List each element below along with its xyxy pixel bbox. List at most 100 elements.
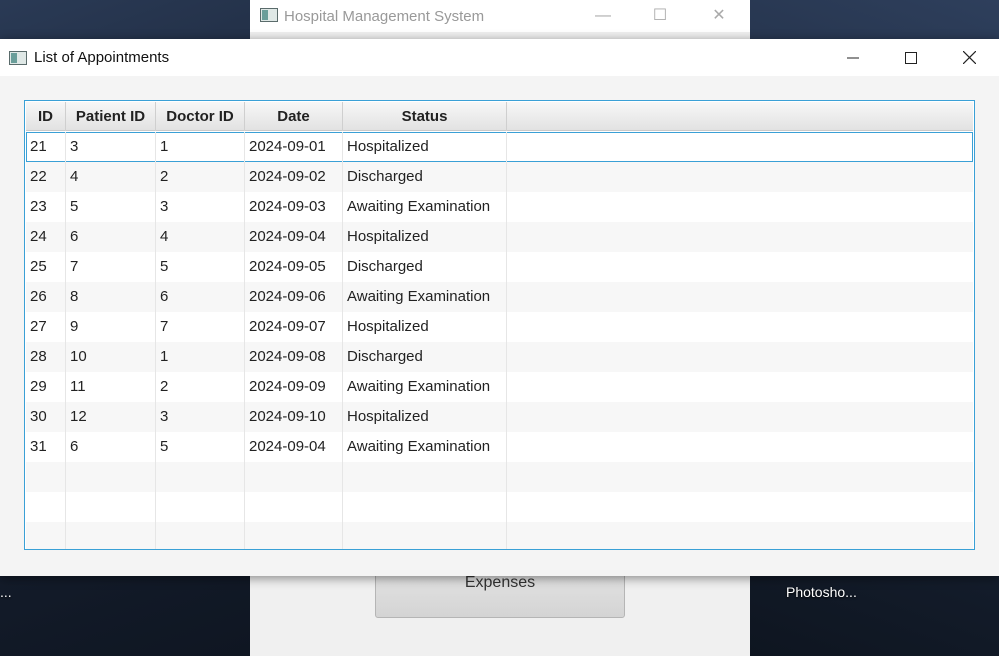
column-header-patient-id[interactable]: Patient ID bbox=[66, 102, 156, 131]
column-header-status[interactable]: Status bbox=[343, 102, 507, 131]
desktop-icon-label-right[interactable]: Photosho... bbox=[786, 584, 857, 600]
cell-id: 24 bbox=[26, 222, 66, 252]
table-row[interactable]: 28 10 1 2024-09-08 Discharged bbox=[26, 342, 973, 372]
minimize-icon bbox=[847, 57, 859, 58]
cell-status: Awaiting Examination bbox=[343, 432, 507, 462]
table-body: 21 3 1 2024-09-01 Hospitalized 22 4 2 2024-09-02… bbox=[26, 132, 973, 549]
cell-filler bbox=[507, 462, 974, 492]
app-icon bbox=[260, 8, 278, 22]
table-row[interactable]: 22 4 2 2024-09-02 Discharged bbox=[26, 162, 973, 192]
cell-id bbox=[26, 522, 66, 549]
cell-status: Discharged bbox=[343, 162, 507, 192]
cell-date bbox=[245, 462, 343, 492]
cell-date: 2024-09-05 bbox=[245, 252, 343, 282]
empty-table-row bbox=[26, 492, 973, 522]
appointments-table[interactable]: ID Patient ID Doctor ID Date Status 21 3 1… bbox=[24, 100, 975, 550]
cell-date: 2024-09-08 bbox=[245, 342, 343, 372]
cell-status bbox=[343, 462, 507, 492]
cell-filler bbox=[507, 522, 974, 549]
cell-patient-id: 3 bbox=[66, 132, 156, 162]
table-row[interactable]: 31 6 5 2024-09-04 Awaiting Examination bbox=[26, 432, 973, 462]
cell-status: Awaiting Examination bbox=[343, 282, 507, 312]
cell-status bbox=[343, 492, 507, 522]
close-icon bbox=[962, 51, 976, 64]
desktop-icon-label-left[interactable]: ... bbox=[0, 584, 12, 600]
cell-filler bbox=[507, 282, 974, 312]
cell-status: Awaiting Examination bbox=[343, 192, 507, 222]
cell-patient-id: 6 bbox=[66, 222, 156, 252]
cell-patient-id: 5 bbox=[66, 192, 156, 222]
table-row[interactable]: 23 5 3 2024-09-03 Awaiting Examination bbox=[26, 192, 973, 222]
cell-doctor-id bbox=[156, 462, 245, 492]
cell-patient-id: 12 bbox=[66, 402, 156, 432]
cell-patient-id bbox=[66, 492, 156, 522]
cell-patient-id: 9 bbox=[66, 312, 156, 342]
minimize-button[interactable] bbox=[824, 39, 882, 76]
close-icon[interactable]: ✕ bbox=[699, 4, 739, 28]
cell-filler bbox=[507, 432, 974, 462]
empty-table-row bbox=[26, 462, 973, 492]
cell-doctor-id: 1 bbox=[156, 342, 245, 372]
cell-id: 25 bbox=[26, 252, 66, 282]
cell-date: 2024-09-06 bbox=[245, 282, 343, 312]
minimize-icon[interactable]: — bbox=[583, 4, 623, 28]
cell-patient-id bbox=[66, 462, 156, 492]
cell-id: 23 bbox=[26, 192, 66, 222]
dialog-titlebar[interactable]: List of Appointments bbox=[0, 39, 999, 76]
cell-patient-id: 10 bbox=[66, 342, 156, 372]
cell-doctor-id: 2 bbox=[156, 162, 245, 192]
cell-date: 2024-09-04 bbox=[245, 432, 343, 462]
cell-id bbox=[26, 462, 66, 492]
empty-table-row bbox=[26, 522, 974, 549]
cell-filler bbox=[507, 342, 974, 372]
cell-date: 2024-09-10 bbox=[245, 402, 343, 432]
cell-filler bbox=[507, 372, 974, 402]
table-row[interactable]: 24 6 4 2024-09-04 Hospitalized bbox=[26, 222, 973, 252]
main-window-titlebar[interactable]: Hospital Management System — ☐ ✕ bbox=[250, 0, 750, 32]
cell-filler bbox=[507, 492, 974, 522]
main-window-title: Hospital Management System bbox=[284, 8, 485, 25]
cell-date: 2024-09-07 bbox=[245, 312, 343, 342]
cell-id: 28 bbox=[26, 342, 66, 372]
cell-patient-id bbox=[66, 522, 156, 549]
cell-patient-id: 11 bbox=[66, 372, 156, 402]
cell-id bbox=[26, 492, 66, 522]
cell-status: Hospitalized bbox=[343, 312, 507, 342]
cell-doctor-id: 1 bbox=[156, 132, 245, 162]
cell-date: 2024-09-03 bbox=[245, 192, 343, 222]
cell-status: Discharged bbox=[343, 342, 507, 372]
column-header-doctor-id[interactable]: Doctor ID bbox=[156, 102, 245, 131]
appointments-dialog: List of Appointments ID Patient ID Docto… bbox=[0, 39, 999, 576]
cell-filler bbox=[507, 312, 974, 342]
maximize-button[interactable] bbox=[882, 39, 940, 76]
cell-doctor-id bbox=[156, 522, 245, 549]
cell-doctor-id: 2 bbox=[156, 372, 245, 402]
cell-filler bbox=[507, 192, 974, 222]
app-icon bbox=[9, 51, 27, 65]
table-row[interactable]: 25 7 5 2024-09-05 Discharged bbox=[26, 252, 973, 282]
cell-doctor-id: 6 bbox=[156, 282, 245, 312]
maximize-icon[interactable]: ☐ bbox=[640, 4, 680, 28]
cell-status: Hospitalized bbox=[343, 222, 507, 252]
cell-status: Hospitalized bbox=[343, 402, 507, 432]
cell-filler bbox=[507, 222, 974, 252]
table-row[interactable]: 29 11 2 2024-09-09 Awaiting Examination bbox=[26, 372, 973, 402]
table-row[interactable]: 21 3 1 2024-09-01 Hospitalized bbox=[26, 132, 973, 162]
cell-doctor-id: 3 bbox=[156, 192, 245, 222]
column-header-id[interactable]: ID bbox=[26, 102, 66, 131]
cell-id: 26 bbox=[26, 282, 66, 312]
cell-date: 2024-09-01 bbox=[245, 132, 343, 162]
cell-doctor-id: 7 bbox=[156, 312, 245, 342]
table-row[interactable]: 26 8 6 2024-09-06 Awaiting Examination bbox=[26, 282, 973, 312]
cell-patient-id: 8 bbox=[66, 282, 156, 312]
close-button[interactable] bbox=[940, 39, 998, 76]
cell-doctor-id: 5 bbox=[156, 432, 245, 462]
cell-id: 31 bbox=[26, 432, 66, 462]
cell-patient-id: 4 bbox=[66, 162, 156, 192]
table-row[interactable]: 30 12 3 2024-09-10 Hospitalized bbox=[26, 402, 973, 432]
cell-status: Discharged bbox=[343, 252, 507, 282]
table-row[interactable]: 27 9 7 2024-09-07 Hospitalized bbox=[26, 312, 973, 342]
cell-doctor-id: 5 bbox=[156, 252, 245, 282]
cell-filler bbox=[507, 402, 974, 432]
column-header-date[interactable]: Date bbox=[245, 102, 343, 131]
